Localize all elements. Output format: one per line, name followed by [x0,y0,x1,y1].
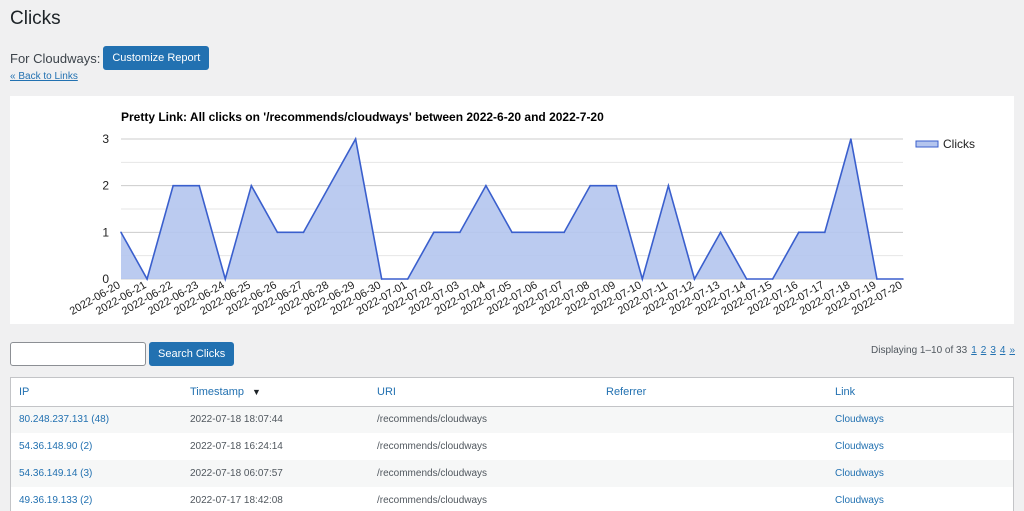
data-point [406,278,409,280]
displaying-count: Displaying 1–10 of 33 [871,345,968,356]
column-header-link[interactable]: Link [827,378,1013,407]
search-input[interactable] [10,342,146,366]
data-point [824,231,826,234]
page-link-1[interactable]: 1 [971,345,977,356]
report-header: For Cloudways: Customize Report [10,46,210,70]
data-point [563,231,565,234]
data-point [224,278,227,280]
data-point [745,278,748,280]
table-row: 80.248.237.131 (48) 2022-07-18 18:07:44 … [11,406,1013,433]
uri-cell: /recommends/cloudways [377,495,488,506]
data-point [250,184,253,187]
ip-link[interactable]: 49.36.19.133 (2) [19,495,92,506]
back-to-links-link[interactable]: « Back to Links [10,71,78,82]
referrer-cell [598,460,827,487]
data-point [615,184,618,187]
chart-panel: Pretty Link: All clicks on '/recommends/… [10,96,1014,324]
link-name-link[interactable]: Cloudways [835,468,884,479]
table-row: 49.36.19.133 (2) 2022-07-17 18:42:08 /re… [11,487,1013,511]
y-tick-label: 2 [102,179,109,193]
link-name-link[interactable]: Cloudways [835,414,884,425]
column-header-timestamp[interactable]: Timestamp ▼ [182,378,369,407]
clicks-table: IP Timestamp ▼ URI Referrer Link 80.248.2… [10,377,1014,511]
data-point [511,231,513,234]
data-point [641,278,644,280]
referrer-cell [598,487,827,511]
data-point [876,278,878,280]
pagination: Displaying 1–10 of 33 1 2 3 4 » [871,345,1015,356]
clicks-chart: Pretty Link: All clicks on '/recommends/… [68,110,975,318]
data-point [719,231,722,234]
legend-swatch [915,140,939,148]
data-point [667,184,670,187]
for-label: For Cloudways: [10,50,101,66]
data-point [537,231,539,234]
ip-link[interactable]: 54.36.148.90 (2) [19,441,92,452]
column-header-referrer[interactable]: Referrer [598,378,827,407]
chart-title: Pretty Link: All clicks on '/recommends/… [121,110,604,124]
data-point [354,138,357,140]
chart-legend: Clicks [915,137,975,151]
data-point [459,231,461,234]
column-header-ip[interactable]: IP [11,378,182,407]
referrer-cell [598,406,827,433]
page-link-3[interactable]: 3 [990,345,996,356]
data-point [276,231,279,234]
data-point [485,184,487,187]
data-point [146,278,148,280]
next-page-link[interactable]: » [1009,345,1015,356]
page-link-4[interactable]: 4 [1000,345,1006,356]
data-point [328,184,331,187]
column-header-uri[interactable]: URI [369,378,598,407]
legend-label: Clicks [943,137,975,151]
referrer-cell [598,433,827,460]
sort-desc-icon[interactable]: ▼ [252,387,261,397]
timestamp-cell: 2022-07-17 18:42:08 [190,495,283,506]
customize-report-button[interactable]: Customize Report [103,46,210,70]
ip-link[interactable]: 54.36.149.14 (3) [19,468,92,479]
search-bar: Search Clicks [10,342,235,366]
data-point [850,138,852,140]
table-row: 54.36.149.14 (3) 2022-07-18 06:07:57 /re… [11,460,1013,487]
search-clicks-button[interactable]: Search Clicks [149,342,235,366]
data-point [589,184,591,187]
table-row: 54.36.148.90 (2) 2022-07-18 16:24:14 /re… [11,433,1013,460]
uri-cell: /recommends/cloudways [377,441,488,452]
link-name-link[interactable]: Cloudways [835,495,884,506]
data-point [172,184,174,187]
uri-cell: /recommends/cloudways [369,460,598,487]
page-title: Clicks [10,8,61,29]
uri-cell: /recommends/cloudways [369,406,598,433]
data-point [797,231,800,234]
timestamp-cell: 2022-07-18 16:24:14 [190,441,283,452]
ip-link[interactable]: 80.248.237.131 (48) [19,414,109,425]
table-header-row: IP Timestamp ▼ URI Referrer Link [11,378,1013,407]
data-point [433,231,435,234]
timestamp-cell: 2022-07-18 06:07:57 [182,460,369,487]
data-point [120,231,122,234]
y-tick-label: 3 [102,132,109,146]
data-point [693,278,696,280]
data-point [302,231,305,234]
y-tick-label: 1 [102,225,109,239]
link-name-link[interactable]: Cloudways [835,441,884,452]
timestamp-cell: 2022-07-18 18:07:44 [182,406,369,433]
data-point [380,278,383,280]
data-point [902,278,904,280]
page-link-2[interactable]: 2 [981,345,987,356]
data-point [771,278,774,280]
data-point [198,184,200,187]
